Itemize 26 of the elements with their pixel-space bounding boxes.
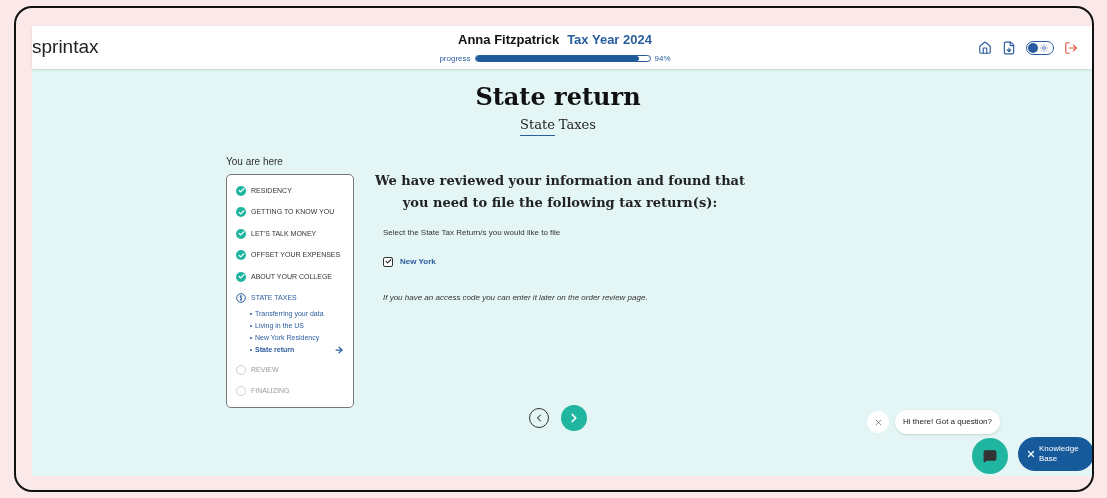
option-label[interactable]: New York	[400, 255, 436, 268]
subtitle-underlined: State	[520, 115, 555, 136]
tax-year: Tax Year 2024	[567, 31, 652, 50]
x-logo-icon	[1026, 449, 1036, 459]
heading: We have reviewed your information and found that you need to file the following tax return(s):	[375, 171, 745, 212]
instruction: Select the State Tax Return/s you would like to file	[383, 226, 562, 239]
knowledge-base-button[interactable]: Knowledge Base	[1018, 437, 1092, 471]
sidebar-title: You are here	[226, 155, 284, 169]
sun-icon	[1040, 43, 1048, 52]
chat-greeting: Hi there! Got a question?	[895, 410, 1000, 434]
chat-button[interactable]	[972, 438, 1008, 474]
logout-icon[interactable]	[1064, 40, 1078, 55]
chat-bubble-icon	[983, 449, 997, 463]
progress-label: progress	[439, 52, 471, 65]
subtitle: Taxes	[558, 116, 596, 134]
progress-reading: 94%	[654, 52, 671, 65]
checkbox[interactable]	[383, 256, 393, 267]
arrow-right-icon	[334, 345, 344, 355]
download-icon[interactable]	[1002, 40, 1016, 55]
page-title: State return	[475, 81, 641, 113]
note: If you have an access code you can enter it later on the order review page.	[383, 291, 649, 304]
logo[interactable]: sprintax	[32, 33, 232, 62]
close-icon	[873, 417, 883, 427]
home-icon[interactable]	[978, 40, 992, 55]
theme-toggle[interactable]	[1026, 40, 1054, 55]
user-name: Anna Fitzpatrick	[458, 31, 560, 50]
